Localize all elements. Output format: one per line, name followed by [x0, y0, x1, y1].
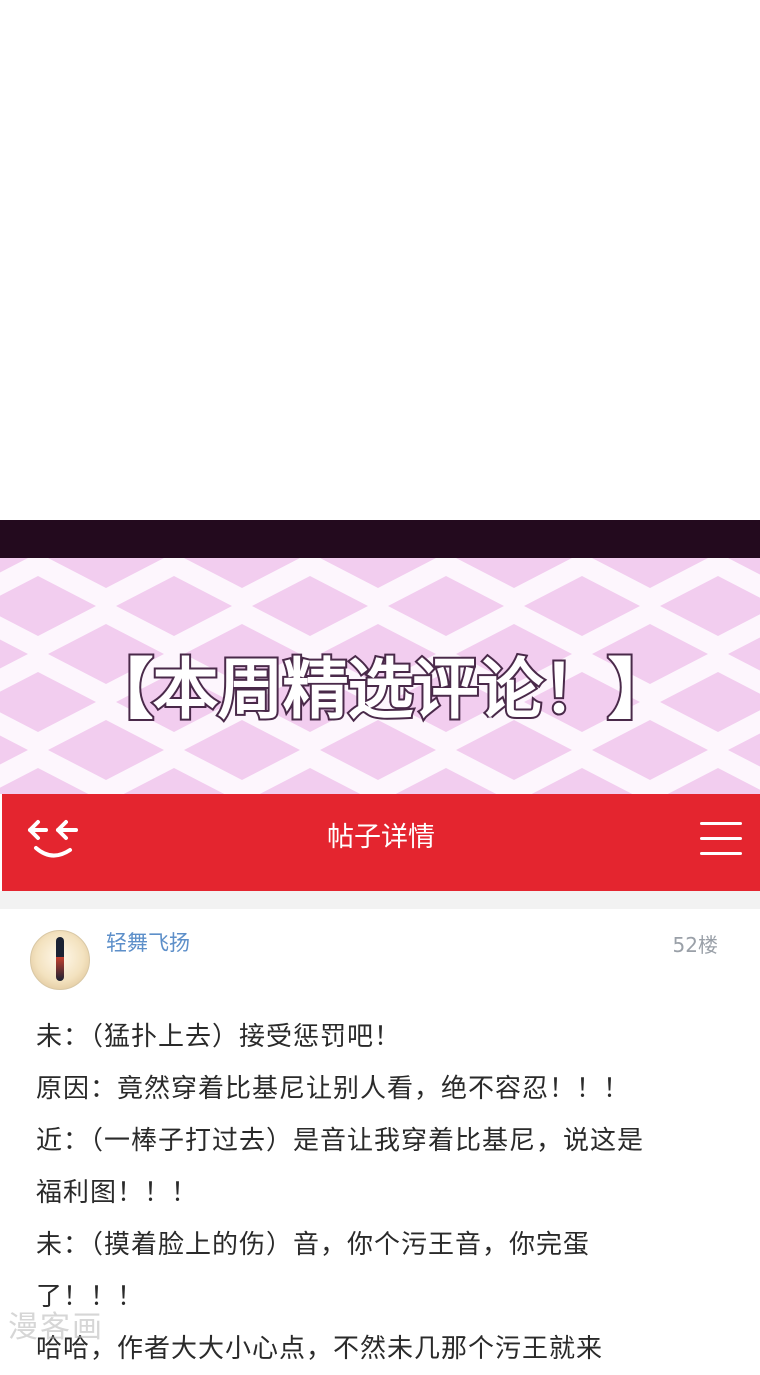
floor-number: 52楼	[672, 933, 718, 957]
watermark: 漫客画	[8, 1310, 104, 1345]
comment-line: 近：（一棒子打过去）是音让我穿着比基尼，说这是	[36, 1126, 645, 1156]
section-divider	[0, 891, 760, 909]
comment-line: 未：（猛扑上去）接受惩罚吧！	[36, 1022, 402, 1052]
hamburger-menu-icon	[700, 822, 742, 825]
back-arrows-icon	[28, 820, 78, 858]
page-title: 帖子详情	[327, 822, 435, 853]
comment-line: 哈哈，作者大大小心点，不然未几那个污王就来	[36, 1334, 604, 1364]
app-header: 帖子详情	[2, 794, 760, 891]
dark-divider-band	[0, 520, 760, 558]
comment-line: 了！！！	[36, 1282, 145, 1312]
back-button[interactable]	[24, 816, 84, 866]
comment-post: 轻舞飞扬 52楼 未：（猛扑上去）接受惩罚吧！ 原因：竟然穿着比基尼让别人看，绝…	[0, 909, 760, 1364]
username[interactable]: 轻舞飞扬	[106, 927, 190, 957]
blank-area	[0, 0, 760, 520]
comment-line: 原因：竟然穿着比基尼让别人看，绝不容忍！！！	[36, 1074, 631, 1104]
menu-button[interactable]	[700, 820, 742, 856]
comment-line: 福利图！！！	[36, 1178, 199, 1208]
comment-line: 未：（摸着脸上的伤）音，你个污王音，你完蛋	[36, 1230, 591, 1260]
avatar[interactable]	[30, 930, 90, 990]
comment-body: 未：（猛扑上去）接受惩罚吧！ 原因：竟然穿着比基尼让别人看，绝不容忍！！！ 近：…	[36, 1011, 736, 1375]
banner-title: 【本周精选评论！】	[86, 649, 676, 730]
